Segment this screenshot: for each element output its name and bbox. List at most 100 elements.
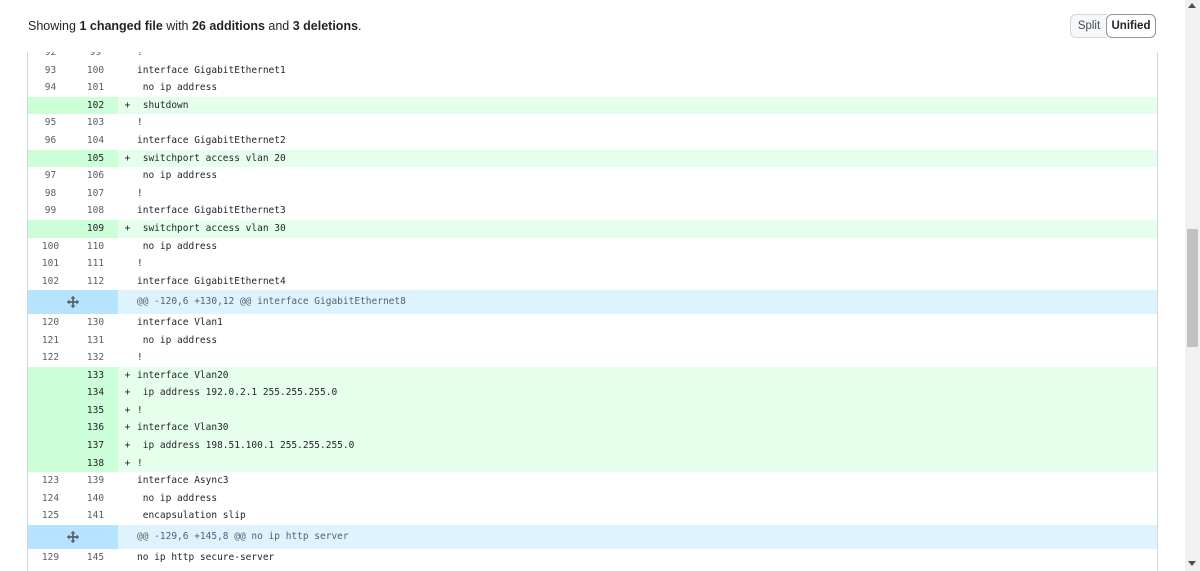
old-line-number[interactable]: 120 [28,314,73,332]
unified-view-button[interactable]: Unified [1106,14,1156,38]
new-line-number[interactable]: 99 [73,52,118,62]
diff-marker: + [124,457,131,469]
code-line: ! [137,404,143,416]
old-line-number[interactable]: 94 [28,79,73,97]
old-line-number[interactable] [28,149,73,168]
old-line-number[interactable]: 125 [28,507,73,525]
new-line-number[interactable]: 131 [73,332,118,350]
diff-marker [118,314,137,332]
diff-marker [118,62,137,80]
old-line-number[interactable]: 98 [28,185,73,203]
new-line-number[interactable]: 132 [73,349,118,367]
old-line-number[interactable] [28,96,73,115]
new-line-number[interactable]: 139 [73,472,118,490]
old-line-number[interactable]: 124 [28,490,73,508]
new-line-number[interactable]: 107 [73,185,118,203]
code-line: ! [137,457,143,469]
new-line-number[interactable]: 140 [73,490,118,508]
new-line-number[interactable]: 109 [73,219,118,238]
new-line-number[interactable]: 100 [73,62,118,80]
old-line-number[interactable] [28,437,73,455]
diff-context-line: 125 141 encapsulation slip [28,507,1157,525]
code-line: no ip http secure-server [137,551,275,563]
new-line-number[interactable]: 108 [73,202,118,220]
unfold-icon [66,530,80,544]
diff-context-line: 120 130 interface Vlan1 [28,314,1157,332]
code-line: interface GigabitEthernet3 [137,205,286,217]
diff-added-line: 102 + shutdown [28,96,1157,115]
new-line-number[interactable]: 145 [73,549,118,567]
diff-marker: + [124,422,131,434]
expand-hunk-button[interactable] [28,525,118,549]
diff-context-line: 99 108 interface GigabitEthernet3 [28,202,1157,220]
old-line-number[interactable] [28,401,73,420]
code-line: interface Vlan30 [137,422,229,434]
scroll-down-arrow-icon[interactable] [1188,561,1196,566]
new-line-number[interactable]: 141 [73,507,118,525]
old-line-number[interactable] [28,454,73,473]
old-line-number[interactable]: 97 [28,167,73,185]
diff-marker: + [124,440,131,452]
new-line-number[interactable]: 133 [73,366,118,385]
diff-marker: + [124,369,131,381]
old-line-number[interactable]: 95 [28,114,73,132]
code-line: ! [137,352,143,364]
diff-context-line: 101 111! [28,255,1157,273]
new-line-number[interactable]: 106 [73,167,118,185]
diff-marker [118,255,137,273]
old-line-number[interactable]: 93 [28,62,73,80]
new-line-number[interactable]: 104 [73,132,118,150]
old-line-number[interactable]: 121 [28,332,73,350]
scroll-up-arrow-icon[interactable] [1188,3,1196,8]
new-line-number[interactable]: 111 [73,255,118,273]
old-line-number[interactable] [28,366,73,385]
new-line-number[interactable]: 134 [73,384,118,402]
diff-context-line: 123 139 interface Async3 [28,472,1157,490]
diff-context-line: 121 131 no ip address [28,332,1157,350]
old-line-number[interactable]: 101 [28,255,73,273]
old-line-number[interactable]: 122 [28,349,73,367]
old-line-number[interactable]: 99 [28,202,73,220]
new-line-number[interactable]: 138 [73,454,118,473]
new-line-number[interactable]: 105 [73,149,118,168]
old-line-number[interactable]: 92 [28,52,73,62]
old-line-number[interactable]: 123 [28,472,73,490]
new-line-number[interactable]: 102 [73,96,118,115]
old-line-number[interactable]: 129 [28,549,73,567]
new-line-number[interactable]: 112 [73,273,118,291]
diff-marker [118,238,137,256]
diff-marker [118,507,137,525]
diff-marker [118,472,137,490]
scrollbar-thumb[interactable] [1187,229,1198,347]
diff-added-line: 134 + ip address 192.0.2.1 255.255.255.0 [28,384,1157,402]
diff-context-line: 95 103! [28,114,1157,132]
new-line-number[interactable]: 110 [73,238,118,256]
diff-added-line: 135 +! [28,401,1157,420]
old-line-number[interactable]: 100 [28,238,73,256]
old-line-number[interactable] [28,384,73,402]
code-line: shutdown [137,99,189,111]
new-line-number[interactable]: 137 [73,437,118,455]
old-line-number[interactable] [28,419,73,438]
diff-context-line: 97 106 no ip address [28,167,1157,185]
new-line-number[interactable]: 136 [73,419,118,438]
old-line-number[interactable]: 102 [28,273,73,291]
old-line-number[interactable] [28,219,73,238]
new-line-number[interactable]: 103 [73,114,118,132]
summary-connector: and [264,19,293,33]
split-view-button[interactable]: Split [1070,14,1107,38]
diff-context-line: 94 101 no ip address [28,79,1157,97]
page-scrollbar[interactable] [1185,0,1200,571]
diff-marker [118,132,137,150]
summary-suffix: . [358,19,362,33]
new-line-number[interactable]: 130 [73,314,118,332]
code-line: switchport access vlan 30 [137,222,286,234]
diff-marker [118,349,137,367]
new-line-number[interactable]: 135 [73,401,118,420]
new-line-number[interactable]: 101 [73,79,118,97]
diff-marker: + [124,387,131,399]
code-line: ! [137,52,143,58]
old-line-number[interactable]: 96 [28,132,73,150]
code-line: interface GigabitEthernet2 [137,134,286,146]
expand-hunk-button[interactable] [28,290,118,314]
